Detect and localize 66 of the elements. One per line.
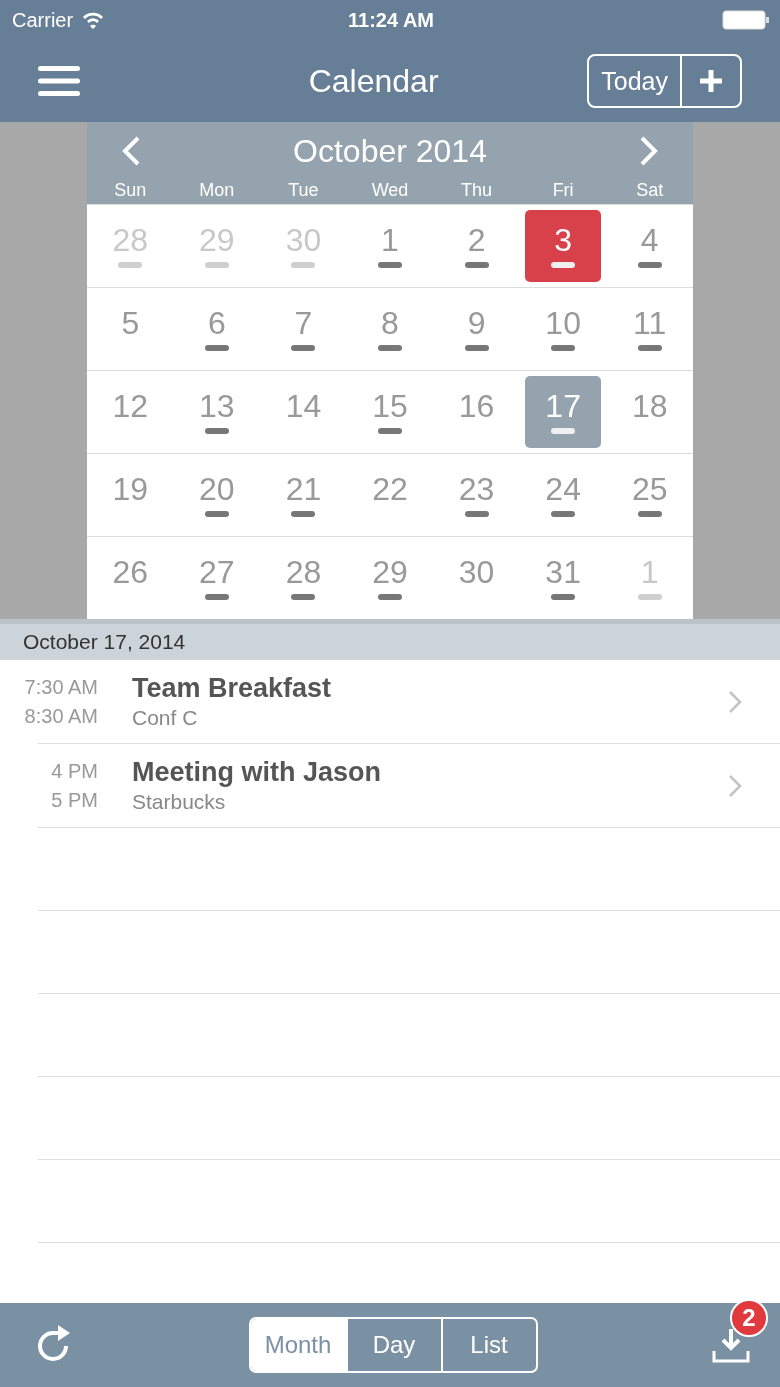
status-time: 11:24 AM: [348, 8, 434, 32]
event-start-time: 4 PM: [51, 759, 98, 783]
carrier-name: Carrier: [12, 8, 74, 32]
calendar-day[interactable]: 4: [611, 210, 688, 282]
view-tab[interactable]: List: [440, 1319, 536, 1371]
wifi-icon: [81, 11, 106, 29]
calendar-day[interactable]: 7: [265, 293, 342, 365]
calendar-day[interactable]: 14: [265, 376, 342, 448]
weekday-label: Sun: [113, 180, 148, 201]
event-title: Meeting with Jason: [132, 757, 383, 788]
battery-icon: [722, 10, 770, 30]
event-location: Starbucks: [132, 790, 227, 814]
weekday-label: Sat: [635, 180, 665, 201]
calendar-day[interactable]: 20: [178, 459, 255, 531]
calendar-day[interactable]: 1: [352, 210, 428, 282]
calendar-day[interactable]: 18: [611, 376, 688, 448]
plus-icon: [698, 68, 724, 94]
agenda-date: October 17, 2014: [23, 630, 186, 654]
calendar-day[interactable]: 5: [92, 293, 169, 365]
calendar-day[interactable]: 23: [438, 459, 515, 531]
calendar-day[interactable]: 6: [178, 293, 255, 365]
calendar-day[interactable]: 27: [178, 542, 255, 614]
calendar-day[interactable]: 2: [438, 210, 515, 282]
calendar-day[interactable]: 15: [352, 376, 428, 448]
menu-button[interactable]: [38, 65, 80, 97]
nav-title: Calendar: [308, 62, 439, 100]
calendar-day[interactable]: 13: [178, 376, 255, 448]
download-button[interactable]: [712, 1327, 750, 1363]
weekday-label: Mon: [198, 180, 236, 201]
event-location: Conf C: [132, 706, 199, 730]
event-row[interactable]: 4 PM 5 PM Meeting with Jason Starbucks: [0, 744, 780, 827]
event-title: Team Breakfast: [132, 673, 333, 704]
calendar-day[interactable]: 26: [92, 542, 169, 614]
calendar-day[interactable]: 11: [611, 293, 688, 365]
download-icon: [712, 1327, 750, 1363]
today-button[interactable]: Today: [589, 56, 682, 106]
calendar-day[interactable]: 25: [611, 459, 688, 531]
event-end-time: 5 PM: [51, 788, 98, 812]
calendar-day[interactable]: 12: [92, 376, 169, 448]
view-tab[interactable]: Day: [345, 1319, 441, 1371]
calendar-day[interactable]: 9: [438, 293, 515, 365]
calendar-day[interactable]: 31: [525, 542, 602, 614]
month-title: October 2014: [293, 132, 487, 170]
chevron-icon: [728, 689, 742, 714]
event-start-time: 7:30 AM: [24, 675, 98, 699]
notification-badge: 2: [730, 1299, 768, 1337]
calendar-day[interactable]: 10: [525, 293, 602, 365]
calendar-day[interactable]: 8: [352, 293, 428, 365]
calendar-day[interactable]: 21: [265, 459, 342, 531]
calendar-day[interactable]: 29: [352, 542, 428, 614]
event-row[interactable]: 7:30 AM 8:30 AM Team Breakfast Conf C: [0, 660, 780, 743]
calendar-day[interactable]: 16: [438, 376, 515, 448]
calendar-day[interactable]: 30: [438, 542, 515, 614]
calendar-day[interactable]: 28: [265, 542, 342, 614]
event-end-time: 8:30 AM: [24, 704, 98, 728]
view-tab[interactable]: Month: [250, 1319, 346, 1371]
calendar-day[interactable]: 17: [525, 376, 602, 448]
weekday-label: Tue: [287, 180, 320, 201]
weekday-label: Wed: [370, 180, 410, 201]
calendar-day[interactable]: 3: [525, 210, 602, 282]
calendar-day[interactable]: 19: [92, 459, 169, 531]
calendar-day[interactable]: 22: [352, 459, 428, 531]
chevron-icon: [728, 773, 742, 798]
weekday-label: Fri: [551, 180, 575, 201]
calendar-day[interactable]: 24: [525, 459, 602, 531]
weekday-label: Thu: [460, 180, 494, 201]
